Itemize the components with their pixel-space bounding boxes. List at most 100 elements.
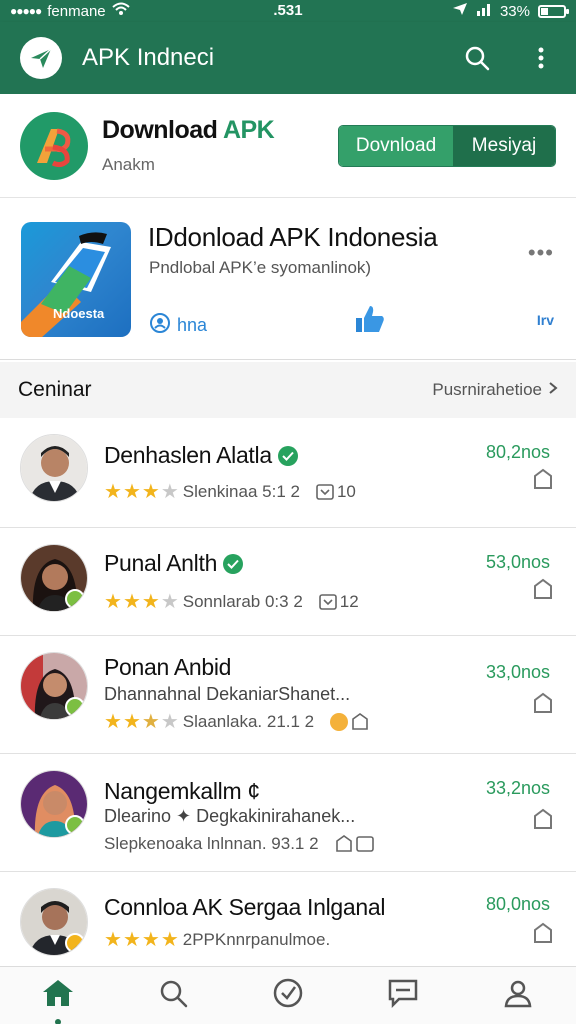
star-icon: ★ (141, 591, 160, 613)
header-segmented-control: Dovnload Mesiyaj (338, 124, 556, 167)
list-item[interactable]: Denhaslen Alatla ★ ★ ★ ★ Slenkinaa 5:1 2 10… (0, 418, 576, 528)
header-title: Download APK (102, 116, 275, 145)
row-name-text: Ponan Anbid (104, 654, 232, 680)
app-root: ●●●●● fenmane .531 33% APK Indneci Downl… (0, 0, 576, 1024)
battery-icon (538, 4, 569, 18)
status-badge (65, 589, 85, 609)
featured-subtitle: Pndlobal APK’e syomanlinok) (149, 258, 372, 277)
star-icon: ★ (122, 481, 141, 503)
verified-badge-icon (223, 553, 244, 574)
star-icon: ★ (104, 591, 122, 613)
row-name: Denhaslen Alatla (104, 442, 298, 469)
star-empty-icon: ★ (160, 591, 179, 613)
featured-app-icon: Ndoesta (21, 222, 131, 337)
featured-title: IDdonload APK Indonesia (148, 222, 438, 252)
star-icon: ★ (122, 711, 141, 733)
row-description: Dlearino ✦ Degkakinirahanek... (104, 806, 356, 826)
row-meta: ★ ★ ★ ★ Sonnlarab 0:3 2 12 (104, 592, 359, 612)
bottom-navigation (0, 966, 576, 1024)
row-price: 80,0nos (485, 894, 550, 914)
profile-icon (503, 978, 533, 1013)
row-name: Nangemkallm ¢ (104, 778, 260, 805)
app-brand-logo (20, 111, 88, 180)
header-title-main: Download (102, 116, 223, 144)
section-title: Ceninar (18, 378, 92, 401)
row-price: 80,2nos (485, 442, 550, 462)
featured-icon-label: Ndoesta (53, 306, 105, 321)
list-item[interactable]: Nangemkallm ¢ Dlearino ✦ Degkakinirahane… (0, 754, 576, 872)
row-name-text: Denhaslen Alatla (104, 442, 272, 468)
star-icon: ★ (104, 711, 122, 733)
bookmark-icon[interactable] (532, 692, 554, 719)
search-icon[interactable] (462, 43, 492, 73)
more-vertical-icon[interactable] (526, 43, 556, 73)
list-item[interactable]: Punal Anlth ★ ★ ★ ★ Sonnlarab 0:3 2 12 53,0… (0, 528, 576, 636)
featured-more-icon[interactable]: ••• (528, 240, 554, 266)
row-meta: ★ ★ ★ ★ Slenkinaa 5:1 2 10 (104, 482, 356, 502)
search-icon (158, 978, 188, 1013)
nav-search[interactable] (143, 971, 203, 1021)
row-name: Punal Anlth (104, 550, 244, 577)
reaction-icons (335, 835, 374, 853)
star-icon: ★ (122, 591, 141, 613)
home-icon (41, 978, 75, 1013)
row-meta: ★ ★ ★ ★ Slaanlaka. 21.1 2 (104, 712, 369, 732)
battery-level (541, 7, 548, 15)
download-button[interactable]: Dovnload (339, 125, 453, 166)
section-see-all-link[interactable]: Pusrnirahetioe (432, 380, 558, 400)
nav-home[interactable] (28, 971, 88, 1024)
app-header-card: Download APK Anakm Dovnload Mesiyaj (0, 94, 576, 198)
battery-percent: 33% (499, 2, 530, 20)
star-half-icon: ★ (141, 711, 160, 733)
bookmark-icon[interactable] (532, 578, 554, 605)
row-name: Ponan Anbid (104, 654, 231, 681)
message-button[interactable]: Mesiyaj (453, 125, 555, 166)
row-meta-text: Slenkinaa 5:1 2 (182, 482, 300, 501)
row-name-text: Punal Anlth (104, 550, 218, 576)
toolbar-title: APK Indneci (82, 44, 215, 71)
bookmark-icon[interactable] (532, 468, 554, 495)
nav-profile[interactable] (488, 971, 548, 1021)
star-icon: ★ (122, 929, 141, 951)
rating-stars: ★ ★ ★ ★ (104, 482, 179, 502)
section-link-label: Pusrnirahetioe (432, 380, 542, 399)
status-badge (65, 815, 85, 835)
avatar (20, 652, 88, 720)
star-icon: ★ (104, 481, 122, 503)
status-bar: ●●●●● fenmane .531 33% (0, 0, 576, 22)
message-icon (387, 978, 419, 1013)
row-meta-text: Slepkenoaka lnlnnan. 93.1 2 (104, 834, 319, 853)
chevron-right-icon (548, 380, 558, 400)
nav-check[interactable] (258, 971, 318, 1021)
star-icon: ★ (141, 929, 160, 951)
featured-link[interactable]: hna (149, 312, 207, 339)
star-icon: ★ (160, 929, 179, 951)
share-circle-icon (149, 312, 171, 339)
avatar (20, 434, 88, 502)
reaction-icons (330, 713, 369, 731)
cell-signal-icon (476, 2, 492, 20)
check-circle-icon (272, 977, 304, 1014)
nav-messages[interactable] (373, 971, 433, 1021)
star-icon: ★ (141, 481, 160, 503)
section-header: Ceninar Pusrnirahetioe (0, 362, 576, 418)
row-meta: ★ ★ ★ ★ 2PPKnnrpanulmoe. (104, 930, 330, 950)
header-title-accent: APK (222, 116, 275, 144)
app-toolbar: APK Indneci (0, 22, 576, 94)
star-half-icon: ★ (160, 481, 179, 503)
row-price: 53,0nos (485, 552, 550, 572)
row-meta-text: 2PPKnnrpanulmoe. (182, 930, 331, 949)
carrier-label: fenmane (47, 2, 106, 20)
featured-right-label[interactable]: Irv (537, 312, 554, 328)
featured-link-label: hna (177, 315, 208, 335)
avatar (20, 888, 88, 956)
wifi-icon (111, 2, 130, 20)
bookmark-icon[interactable] (532, 922, 554, 949)
list-item[interactable]: Ponan Anbid Dhannahnal DekaniarShanet...… (0, 636, 576, 754)
list-item[interactable]: Connloa AK Sergaa Inlganal ★ ★ ★ ★ 2PPKnnrp… (0, 872, 576, 966)
star-icon: ★ (104, 929, 122, 951)
thumbs-up-icon[interactable] (354, 304, 386, 339)
app-logo-icon[interactable] (20, 37, 62, 79)
bookmark-icon[interactable] (532, 808, 554, 835)
featured-card[interactable]: Ndoesta IDdonload APK Indonesia Pndlobal… (0, 200, 576, 360)
